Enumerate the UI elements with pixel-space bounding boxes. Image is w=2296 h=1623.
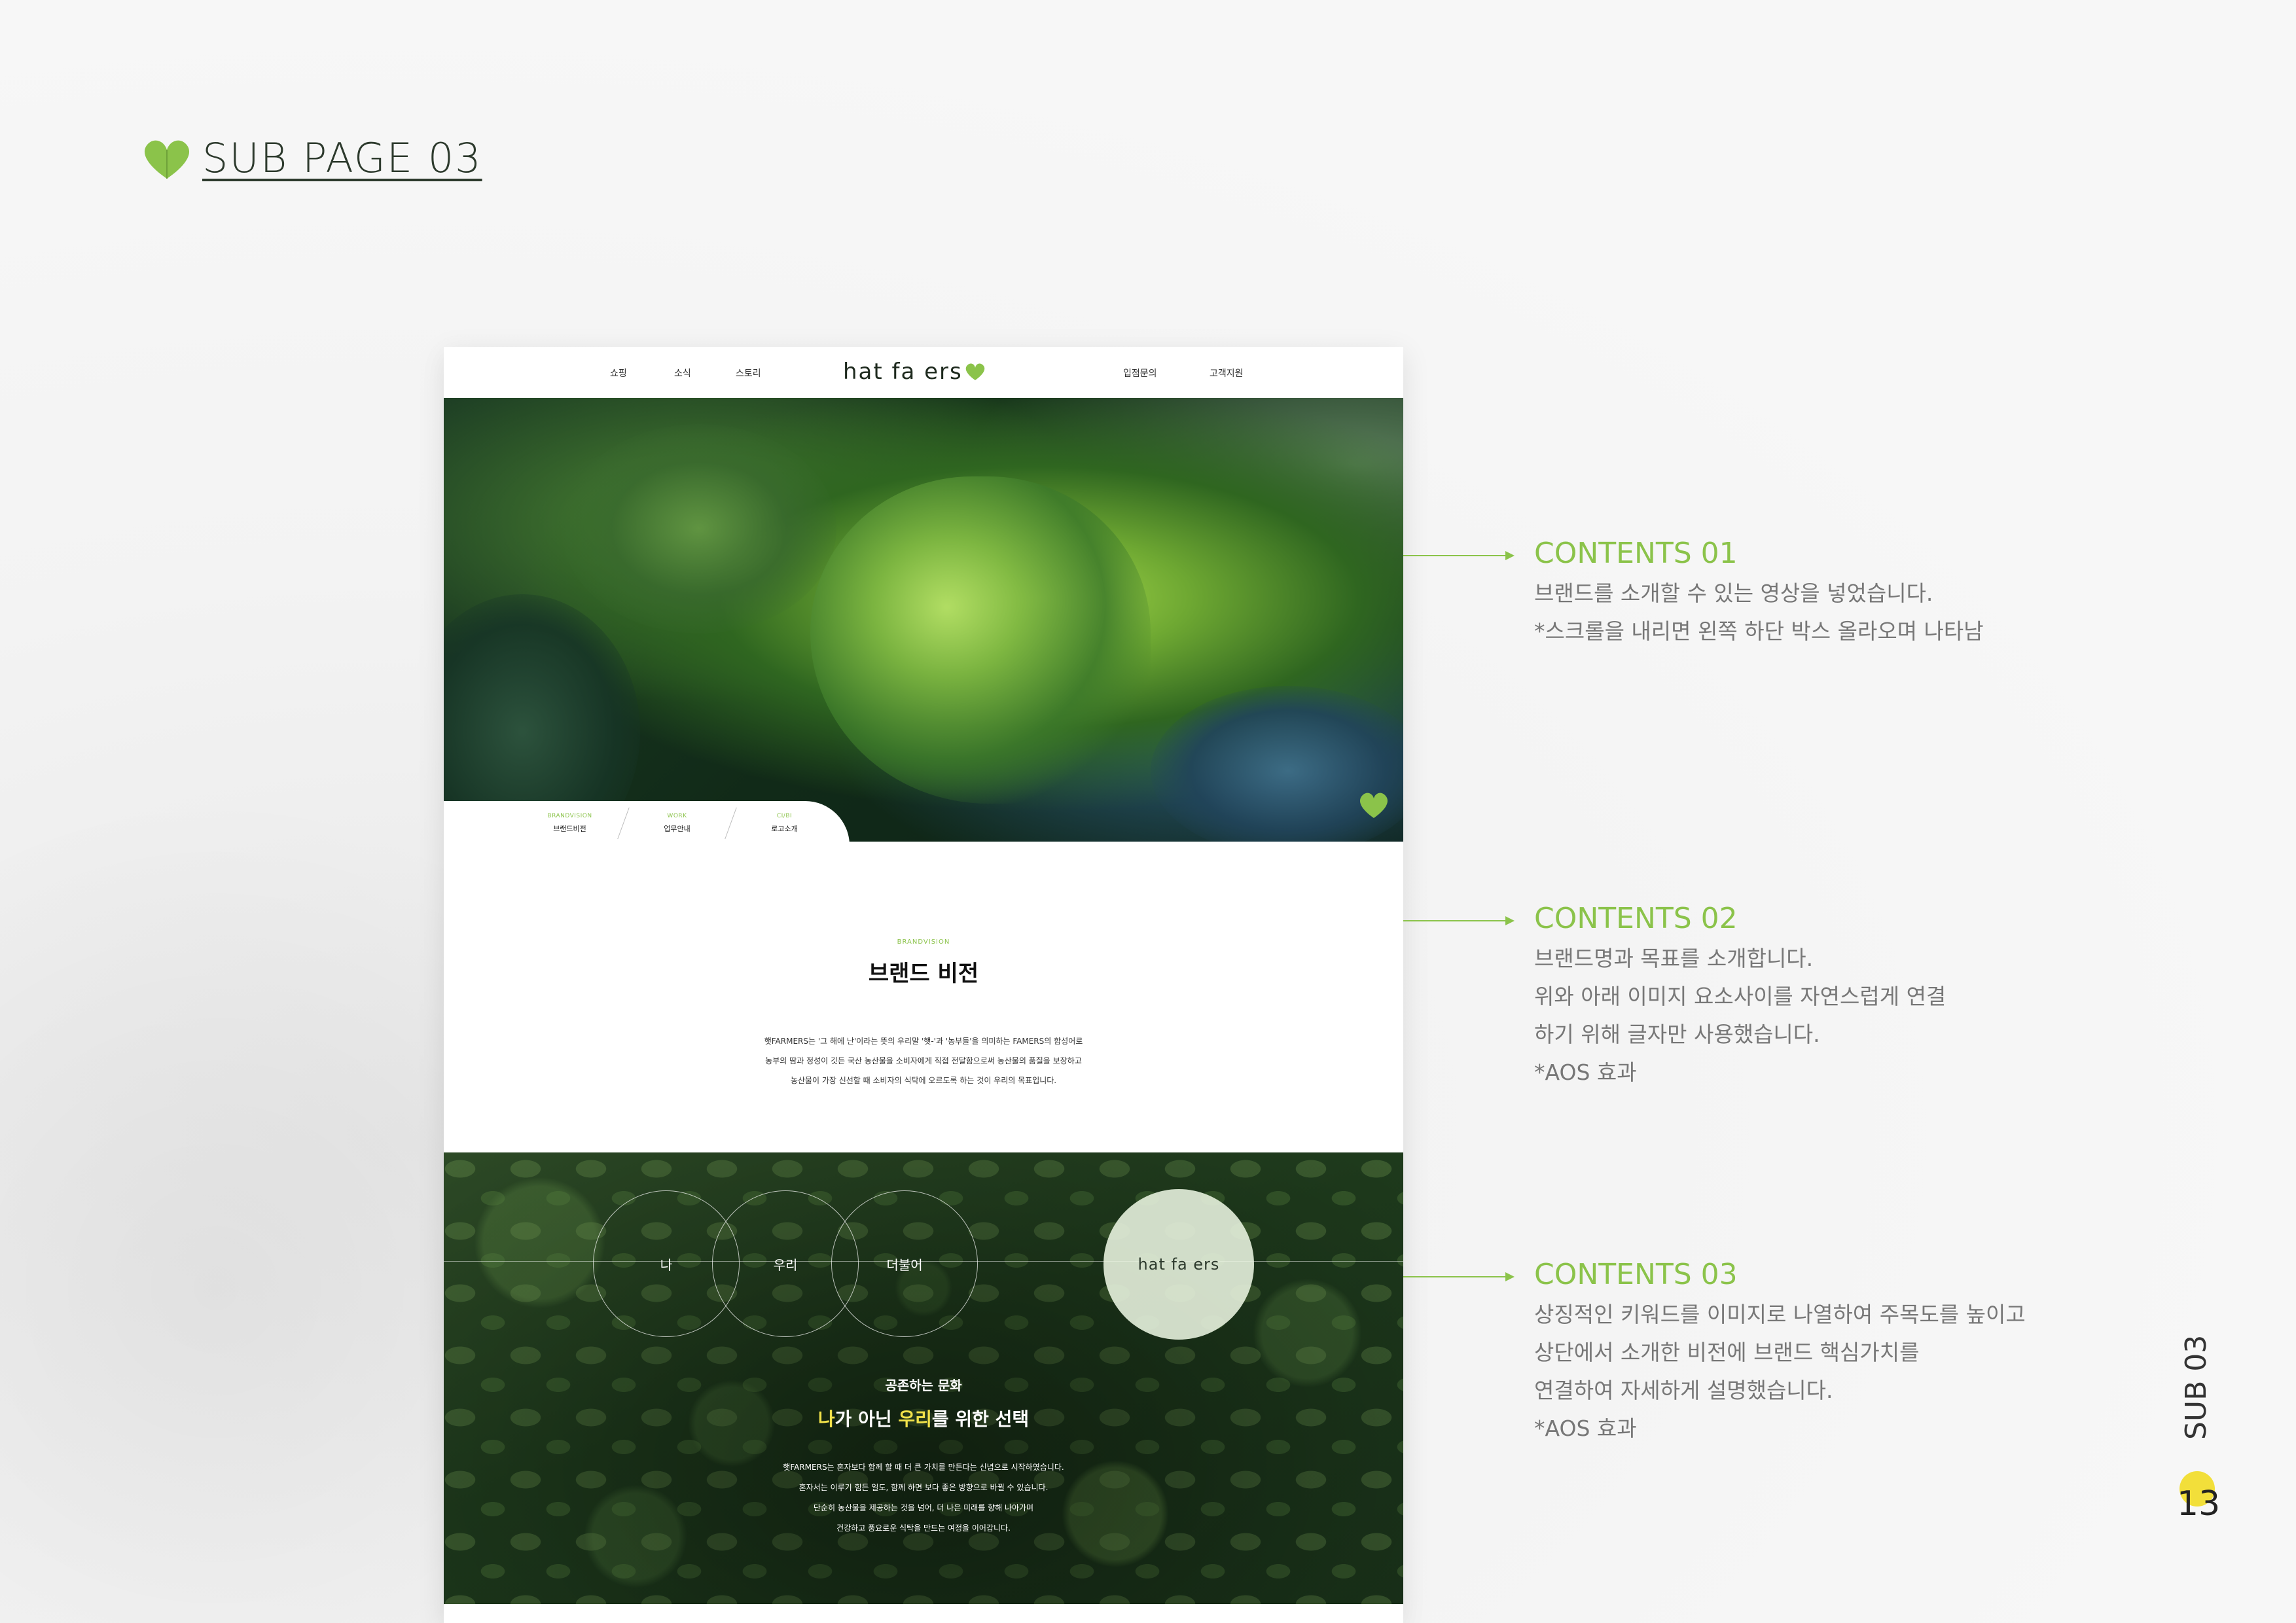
- keyword-label: 우리: [773, 1257, 798, 1273]
- annotation-line: 브랜드명과 목표를 소개합니다.: [1534, 946, 1814, 971]
- annotation-desc: 상징적인 키워드를 이미지로 나열하여 주목도를 높이고 상단에서 소개한 비전…: [1534, 1296, 2026, 1448]
- hero-tab-work[interactable]: WORK 업무안내: [623, 813, 731, 834]
- annotation-desc: 브랜드명과 목표를 소개합니다. 위와 아래 이미지 요소사이를 자연스럽게 연…: [1534, 940, 1946, 1092]
- logo-circle: hat fa ers: [1103, 1189, 1254, 1340]
- vision-eyebrow: BRANDVISION: [897, 938, 950, 946]
- logo-circle-text: hat fa ers: [1138, 1255, 1220, 1274]
- hero-tab-cibi[interactable]: CI/BI 로고소개: [730, 813, 838, 834]
- annotation-line: 위와 아래 이미지 요소사이를 자연스럽게 연결: [1534, 984, 1946, 1009]
- headline-text: 를 위한 선택: [931, 1408, 1030, 1430]
- keyword-label: 더불어: [886, 1257, 923, 1273]
- site-logo[interactable]: hat fa ers: [843, 359, 986, 385]
- hero-tab-brandvision[interactable]: BRANDVISION 브랜드비전: [516, 813, 624, 834]
- arrow-icon: [1505, 916, 1515, 925]
- headline-highlight: 나: [817, 1408, 835, 1430]
- site-logo-text: hat fa ers: [843, 359, 963, 385]
- nav-link-story[interactable]: 스토리: [736, 366, 761, 380]
- annotation-line: *스크롤을 내리면 왼쪽 하단 박스 올라오며 나타남: [1534, 618, 1984, 644]
- hero-tab-box: BRANDVISION 브랜드비전 WORK 업무안내 CI/BI 로고소개: [444, 801, 850, 842]
- brand-vision-section: BRANDVISION 브랜드 비전 햇FARMERS는 '그 해에 난'이라는…: [444, 842, 1403, 1152]
- keyword-circle-together: 더불어: [831, 1190, 978, 1337]
- values-body-line: 혼자서는 이루기 힘든 일도, 함께 하면 보다 좋은 방향으로 바뀔 수 있습…: [798, 1483, 1049, 1492]
- connector-line: [1403, 920, 1512, 921]
- vision-body-line: 햇FARMERS는 '그 해에 난'이라는 뜻의 우리말 '햇-'과 '농부들'…: [764, 1037, 1083, 1046]
- annotation-line: 상징적인 키워드를 이미지로 나열하여 주목도를 높이고: [1534, 1302, 2026, 1327]
- hero-tab-en: CI/BI: [776, 813, 793, 819]
- page-number: 13: [2177, 1484, 2221, 1524]
- keyword-label: 나: [660, 1257, 673, 1273]
- annotation-title: CONTENTS 02: [1534, 902, 1738, 935]
- hero-tab-en: WORK: [667, 813, 687, 819]
- hero-tab-ko: 브랜드비전: [553, 825, 586, 833]
- annotation-line: *AOS 효과: [1534, 1416, 1637, 1441]
- values-body-line: 단순히 농산물을 제공하는 것을 넘어, 더 나은 미래를 향해 나아가며: [813, 1503, 1034, 1512]
- hero-image-cabbage: [810, 476, 1151, 804]
- vision-title: 브랜드 비전: [868, 961, 979, 987]
- nav-link-support[interactable]: 고객지원: [1210, 366, 1244, 380]
- values-body-line: 건강하고 풍요로운 식탁을 만드는 여정을 이어갑니다.: [836, 1524, 1011, 1533]
- core-values-section: 나 우리 더불어 hat fa ers 공존하는 문화 나가 아닌 우리를 위한…: [444, 1152, 1403, 1604]
- hero-tab-ko: 로고소개: [771, 825, 798, 833]
- nav-link-shopping[interactable]: 쇼핑: [610, 366, 627, 380]
- hero-image-leaf: [562, 424, 836, 633]
- vision-body-line: 농산물이 가장 신선할 때 소비자의 식탁에 오르도록 하는 것이 우리의 목표…: [790, 1076, 1057, 1085]
- nav-link-partnership[interactable]: 입점문의: [1123, 366, 1157, 380]
- heart-leaf-icon: [965, 363, 985, 380]
- headline-highlight: 우리: [898, 1408, 932, 1430]
- heart-leaf-icon: [1360, 793, 1388, 818]
- headline-text: 가 아닌: [834, 1408, 899, 1430]
- annotation-line: 하기 위해 글자만 사용했습니다.: [1534, 1022, 1820, 1047]
- annotation-line: 연결하여 자세하게 설명했습니다.: [1534, 1378, 1833, 1403]
- connector-line: [1403, 555, 1512, 556]
- mock-nav: 쇼핑 소식 스토리 hat fa ers 입점문의 고객지원: [444, 347, 1403, 398]
- hero-tab-en: BRANDVISION: [547, 813, 592, 819]
- values-subtitle: 공존하는 문화: [885, 1378, 962, 1393]
- values-headline: 나가 아닌 우리를 위한 선택: [444, 1405, 1403, 1431]
- hero-video[interactable]: BRANDVISION 브랜드비전 WORK 업무안내 CI/BI 로고소개: [444, 398, 1403, 842]
- annotation-desc: 브랜드를 소개할 수 있는 영상을 넣었습니다. *스크롤을 내리면 왼쪽 하단…: [1534, 575, 1984, 651]
- page-title: SUB PAGE 03: [202, 134, 482, 182]
- values-body: 햇FARMERS는 혼자보다 함께 할 때 더 큰 가치를 만든다는 신념으로 …: [444, 1457, 1403, 1539]
- nav-link-news[interactable]: 소식: [674, 366, 691, 380]
- arrow-icon: [1505, 551, 1515, 560]
- page-header: SUB PAGE 03: [141, 134, 482, 182]
- values-body-line: 햇FARMERS는 혼자보다 함께 할 때 더 큰 가치를 만든다는 신념으로 …: [783, 1463, 1064, 1472]
- website-mockup: 쇼핑 소식 스토리 hat fa ers 입점문의 고객지원 BRANDVISI…: [444, 347, 1403, 1623]
- vision-body: 햇FARMERS는 '그 해에 난'이라는 뜻의 우리말 '햇-'과 '농부들'…: [444, 1031, 1403, 1090]
- vision-body-line: 농부의 땀과 정성이 깃든 국산 농산물을 소비자에게 직접 전달함으로써 농산…: [765, 1056, 1082, 1065]
- annotation-title: CONTENTS 03: [1534, 1258, 1738, 1291]
- annotation-line: *AOS 효과: [1534, 1060, 1637, 1085]
- annotation-title: CONTENTS 01: [1534, 537, 1738, 570]
- annotation-line: 상단에서 소개한 비전에 브랜드 핵심가치를: [1534, 1340, 1920, 1365]
- arrow-icon: [1505, 1272, 1515, 1281]
- heart-leaf-icon: [144, 140, 190, 179]
- hero-tab-ko: 업무안내: [664, 825, 691, 833]
- annotation-line: 브랜드를 소개할 수 있는 영상을 넣었습니다.: [1534, 580, 1933, 606]
- connector-line: [1403, 1276, 1512, 1277]
- side-label: SUB 03: [2179, 1334, 2213, 1440]
